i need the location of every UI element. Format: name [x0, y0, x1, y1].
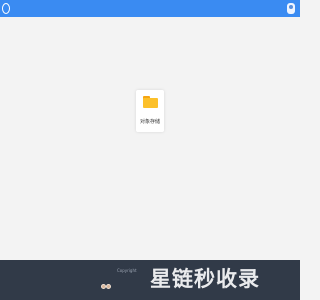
watermark-text: 星链秒收录 [150, 267, 260, 291]
footer-avatar [106, 284, 111, 289]
footer-copyright: Copyright [117, 268, 137, 273]
user-avatar-icon[interactable] [287, 3, 295, 14]
top-bar [0, 0, 300, 17]
folder-icon [143, 96, 158, 108]
footer: Copyright 星链秒收录 [0, 260, 300, 300]
circle-logo-icon[interactable] [2, 3, 10, 14]
file-item-label: 对象存储 [139, 119, 160, 125]
file-item-object-storage[interactable]: 对象存储 [136, 90, 164, 132]
